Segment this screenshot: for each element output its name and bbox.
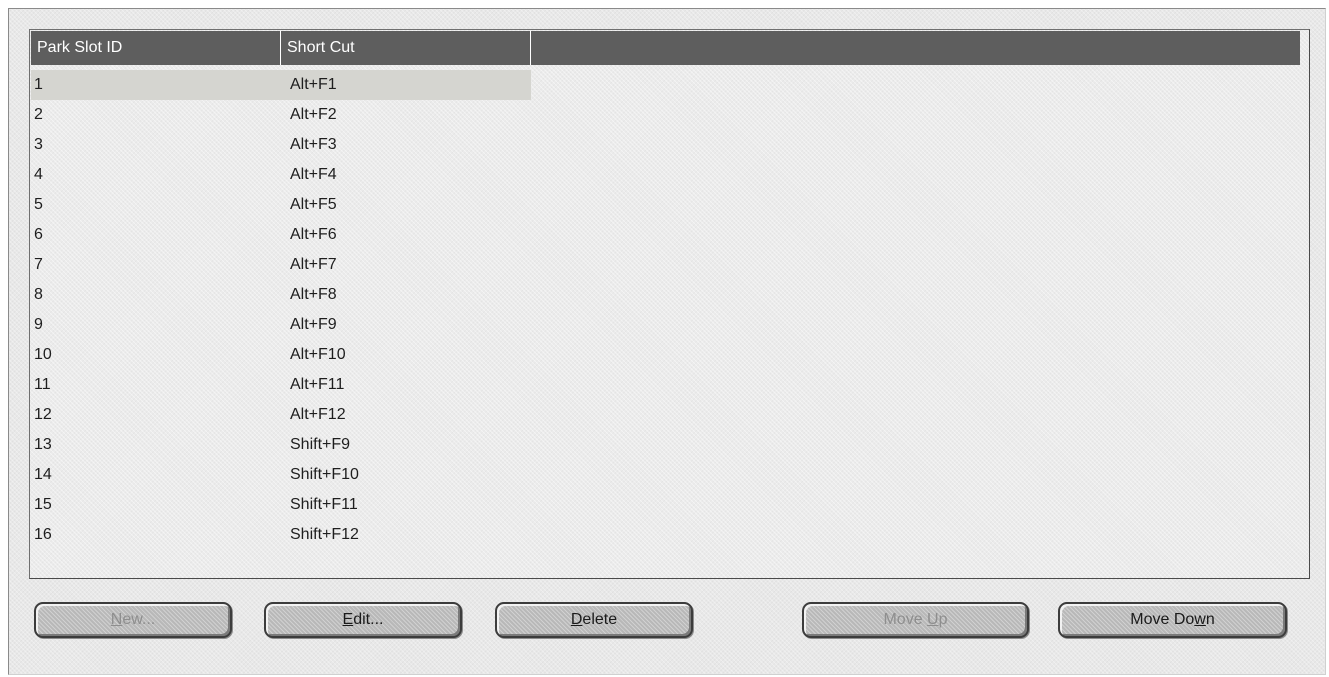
park-slot-id-cell: 3 (34, 136, 43, 153)
park-slot-id-cell: 16 (34, 526, 52, 543)
table-row[interactable]: 16 Shift+F12 (31, 520, 1300, 550)
table-row[interactable]: 12 Alt+F12 (31, 400, 1300, 430)
short-cut-cell: Shift+F12 (290, 526, 359, 543)
table-row[interactable]: 2 Alt+F2 (31, 100, 1300, 130)
short-cut-cell: Shift+F9 (290, 436, 351, 453)
short-cut-cell: Alt+F2 (290, 106, 337, 123)
table-row[interactable]: 13 Shift+F9 (31, 430, 1300, 460)
table-row[interactable]: 4 Alt+F4 (31, 160, 1300, 190)
park-slot-id-cell: 13 (34, 436, 52, 453)
short-cut-cell: Shift+F11 (290, 496, 358, 513)
park-slot-id-cell: 11 (34, 376, 51, 393)
park-slot-id-cell: 9 (34, 316, 43, 333)
column-header-short-cut[interactable]: Short Cut (281, 31, 531, 65)
park-slot-id-cell: 8 (34, 286, 43, 303)
table-row[interactable]: 15 Shift+F11 (31, 490, 1300, 520)
short-cut-cell: Alt+F4 (290, 166, 337, 183)
table-row[interactable]: 3 Alt+F3 (31, 130, 1300, 160)
table-row[interactable]: 7 Alt+F7 (31, 250, 1300, 280)
table-row[interactable]: 14 Shift+F10 (31, 460, 1300, 490)
park-slot-id-cell: 6 (34, 226, 43, 243)
table-row[interactable]: 1 Alt+F1 (31, 70, 1300, 100)
park-slot-id-cell: 15 (34, 496, 52, 513)
short-cut-cell: Alt+F8 (290, 286, 337, 303)
short-cut-cell: Alt+F5 (290, 196, 337, 213)
table-row[interactable]: 8 Alt+F8 (31, 280, 1300, 310)
park-slot-id-cell: 14 (34, 466, 52, 483)
short-cut-cell: Alt+F12 (290, 406, 346, 423)
park-slot-id-cell: 10 (34, 346, 52, 363)
edit-button[interactable]: Edit... (264, 602, 462, 638)
short-cut-cell: Alt+F6 (290, 226, 337, 243)
table-row[interactable]: 6 Alt+F6 (31, 220, 1300, 250)
move-up-button[interactable]: Move Up (802, 602, 1029, 638)
move-down-button[interactable]: Move Down (1058, 602, 1287, 638)
short-cut-cell: Alt+F7 (290, 256, 337, 273)
short-cut-cell: Alt+F9 (290, 316, 337, 333)
column-header-empty (531, 31, 1300, 65)
new-button[interactable]: New... (34, 602, 232, 638)
park-slot-table: Park Slot ID Short Cut 1 Alt+F1 2 Alt+F2 3 Al… (29, 29, 1310, 579)
park-slot-id-cell: 4 (34, 166, 43, 183)
park-slot-id-cell: 12 (34, 406, 52, 423)
park-slot-id-cell: 5 (34, 196, 43, 213)
table-row[interactable]: 5 Alt+F5 (31, 190, 1300, 220)
park-slot-id-cell: 1 (31, 70, 281, 100)
park-slot-id-cell: 2 (34, 106, 43, 123)
short-cut-cell: Alt+F10 (290, 346, 346, 363)
short-cut-cell: Alt+F11 (290, 376, 345, 393)
delete-button[interactable]: Delete (495, 602, 693, 638)
short-cut-cell: Alt+F3 (290, 136, 337, 153)
column-header-park-slot-id[interactable]: Park Slot ID (31, 31, 281, 65)
table-row[interactable]: 9 Alt+F9 (31, 310, 1300, 340)
park-slot-id-cell: 7 (34, 256, 43, 273)
table-row[interactable]: 10 Alt+F10 (31, 340, 1300, 370)
table-body: 1 Alt+F1 2 Alt+F2 3 Alt+F3 4 Alt+F4 5 Alt+F5 6 Alt+… (31, 70, 1300, 550)
table-header: Park Slot ID Short Cut (31, 31, 1300, 65)
table-row[interactable]: 11 Alt+F11 (31, 370, 1300, 400)
short-cut-cell: Alt+F1 (281, 70, 531, 100)
short-cut-cell: Shift+F10 (290, 466, 359, 483)
